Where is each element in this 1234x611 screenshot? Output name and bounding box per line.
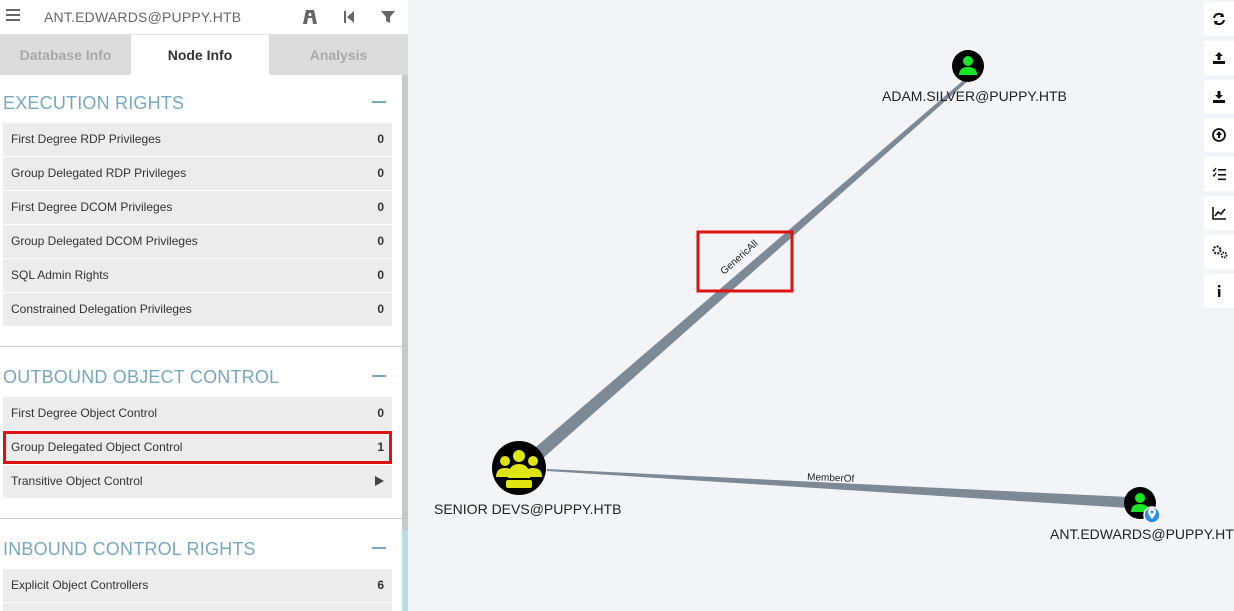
row-count: 0 [377, 132, 384, 146]
row-group-delegated-object-control[interactable]: Group Delegated Object Control 1 [3, 431, 392, 464]
settings-button[interactable] [1204, 235, 1234, 269]
row-label: First Degree DCOM Privileges [11, 200, 173, 214]
row-label: Group Delegated DCOM Privileges [11, 234, 198, 248]
search-input[interactable]: ANT.EDWARDS@PUPPY.HTB [44, 9, 241, 25]
graph-canvas[interactable]: GenericAll MemberOf ADAM.SILVER@PUPPY.HT… [409, 0, 1234, 611]
row-transitive-object-control[interactable]: Transitive Object Control [3, 465, 392, 498]
row-partial [3, 603, 392, 611]
download-button[interactable] [1204, 80, 1234, 114]
section-title-execution-rights: EXECUTION RIGHTS [3, 93, 185, 113]
tab-bar: Database Info Node Info Analysis [0, 35, 408, 75]
import-button[interactable] [1204, 118, 1234, 152]
row-group-delegated-dcom[interactable]: Group Delegated DCOM Privileges 0 [3, 225, 392, 258]
edge-label-genericall: GenericAll [719, 238, 761, 277]
section-divider [0, 518, 402, 519]
row-label: Constrained Delegation Privileges [11, 302, 192, 316]
tab-database-info[interactable]: Database Info [0, 35, 131, 75]
node-ant-edwards[interactable] [1124, 487, 1161, 524]
upload-icon [1213, 52, 1225, 64]
row-count: 1 [377, 440, 384, 454]
section-title-outbound-object-control: OUTBOUND OBJECT CONTROL [3, 367, 280, 387]
node-info-panel: ANT.EDWARDS@PUPPY.HTB Database Info Node… [0, 0, 408, 611]
chart-icon [1212, 207, 1226, 220]
row-first-degree-dcom[interactable]: First Degree DCOM Privileges 0 [3, 191, 392, 224]
pathfinding-icon[interactable] [302, 9, 318, 25]
node-info-content: EXECUTION RIGHTS First Degree RDP Privil… [0, 75, 402, 611]
tab-node-info[interactable]: Node Info [131, 35, 269, 75]
row-group-delegated-rdp[interactable]: Group Delegated RDP Privileges 0 [3, 157, 392, 190]
node-label-adam-silver: ADAM.SILVER@PUPPY.HTB [882, 88, 1067, 104]
refresh-icon [1213, 12, 1225, 26]
row-count: 0 [377, 406, 384, 420]
row-count: 0 [377, 268, 384, 282]
upload-button[interactable] [1204, 41, 1234, 75]
row-first-degree-object-control[interactable]: First Degree Object Control 0 [3, 397, 392, 430]
tab-analysis[interactable]: Analysis [269, 35, 408, 75]
row-count: 6 [377, 578, 384, 592]
back-icon[interactable] [341, 9, 357, 25]
node-adam-silver[interactable] [952, 50, 984, 82]
row-count: 0 [377, 166, 384, 180]
info-icon [1218, 285, 1221, 297]
chart-button[interactable] [1204, 196, 1234, 230]
import-icon [1212, 128, 1226, 142]
node-label-ant-edwards: ANT.EDWARDS@PUPPY.HTB [1050, 526, 1234, 542]
row-sql-admin-rights[interactable]: SQL Admin Rights 0 [3, 259, 392, 292]
section-divider [0, 346, 402, 347]
row-label: SQL Admin Rights [11, 268, 109, 282]
row-label: First Degree RDP Privileges [11, 132, 161, 146]
row-count: 0 [377, 302, 384, 316]
settings-icon [1212, 245, 1228, 259]
collapse-execution-rights-icon[interactable] [372, 101, 386, 103]
collapse-outbound-control-icon[interactable] [372, 375, 386, 377]
row-label: Group Delegated Object Control [11, 440, 183, 454]
panel-scrollbar[interactable] [402, 75, 408, 611]
refresh-button[interactable] [1204, 2, 1234, 36]
edge-genericall[interactable] [530, 78, 969, 460]
scrollbar-thumb[interactable] [402, 530, 408, 611]
query-list-button[interactable] [1204, 157, 1234, 191]
row-explicit-object-controllers[interactable]: Explicit Object Controllers 6 [3, 569, 392, 602]
filter-icon[interactable] [380, 9, 396, 25]
collapse-inbound-control-icon[interactable] [372, 547, 386, 549]
row-count: 0 [377, 200, 384, 214]
hamburger-menu-icon[interactable] [6, 9, 20, 23]
section-title-inbound-control-rights: INBOUND CONTROL RIGHTS [3, 539, 256, 559]
row-first-degree-rdp[interactable]: First Degree RDP Privileges 0 [3, 123, 392, 156]
row-label: First Degree Object Control [11, 406, 158, 420]
owned-marker-icon [1143, 506, 1161, 524]
download-icon [1213, 91, 1225, 103]
expand-arrow-icon[interactable] [375, 476, 384, 486]
node-senior-devs[interactable] [492, 441, 546, 495]
query-list-icon [1212, 167, 1226, 181]
info-button[interactable] [1204, 274, 1234, 308]
row-label: Explicit Object Controllers [11, 578, 149, 592]
node-label-senior-devs: SENIOR DEVS@PUPPY.HTB [434, 501, 622, 517]
row-count: 0 [377, 234, 384, 248]
row-constrained-delegation[interactable]: Constrained Delegation Privileges 0 [3, 293, 392, 326]
edge-label-memberof: MemberOf [807, 472, 855, 485]
search-bar: ANT.EDWARDS@PUPPY.HTB [0, 0, 408, 35]
row-label: Group Delegated RDP Privileges [11, 166, 187, 180]
row-label: Transitive Object Control [11, 474, 143, 488]
